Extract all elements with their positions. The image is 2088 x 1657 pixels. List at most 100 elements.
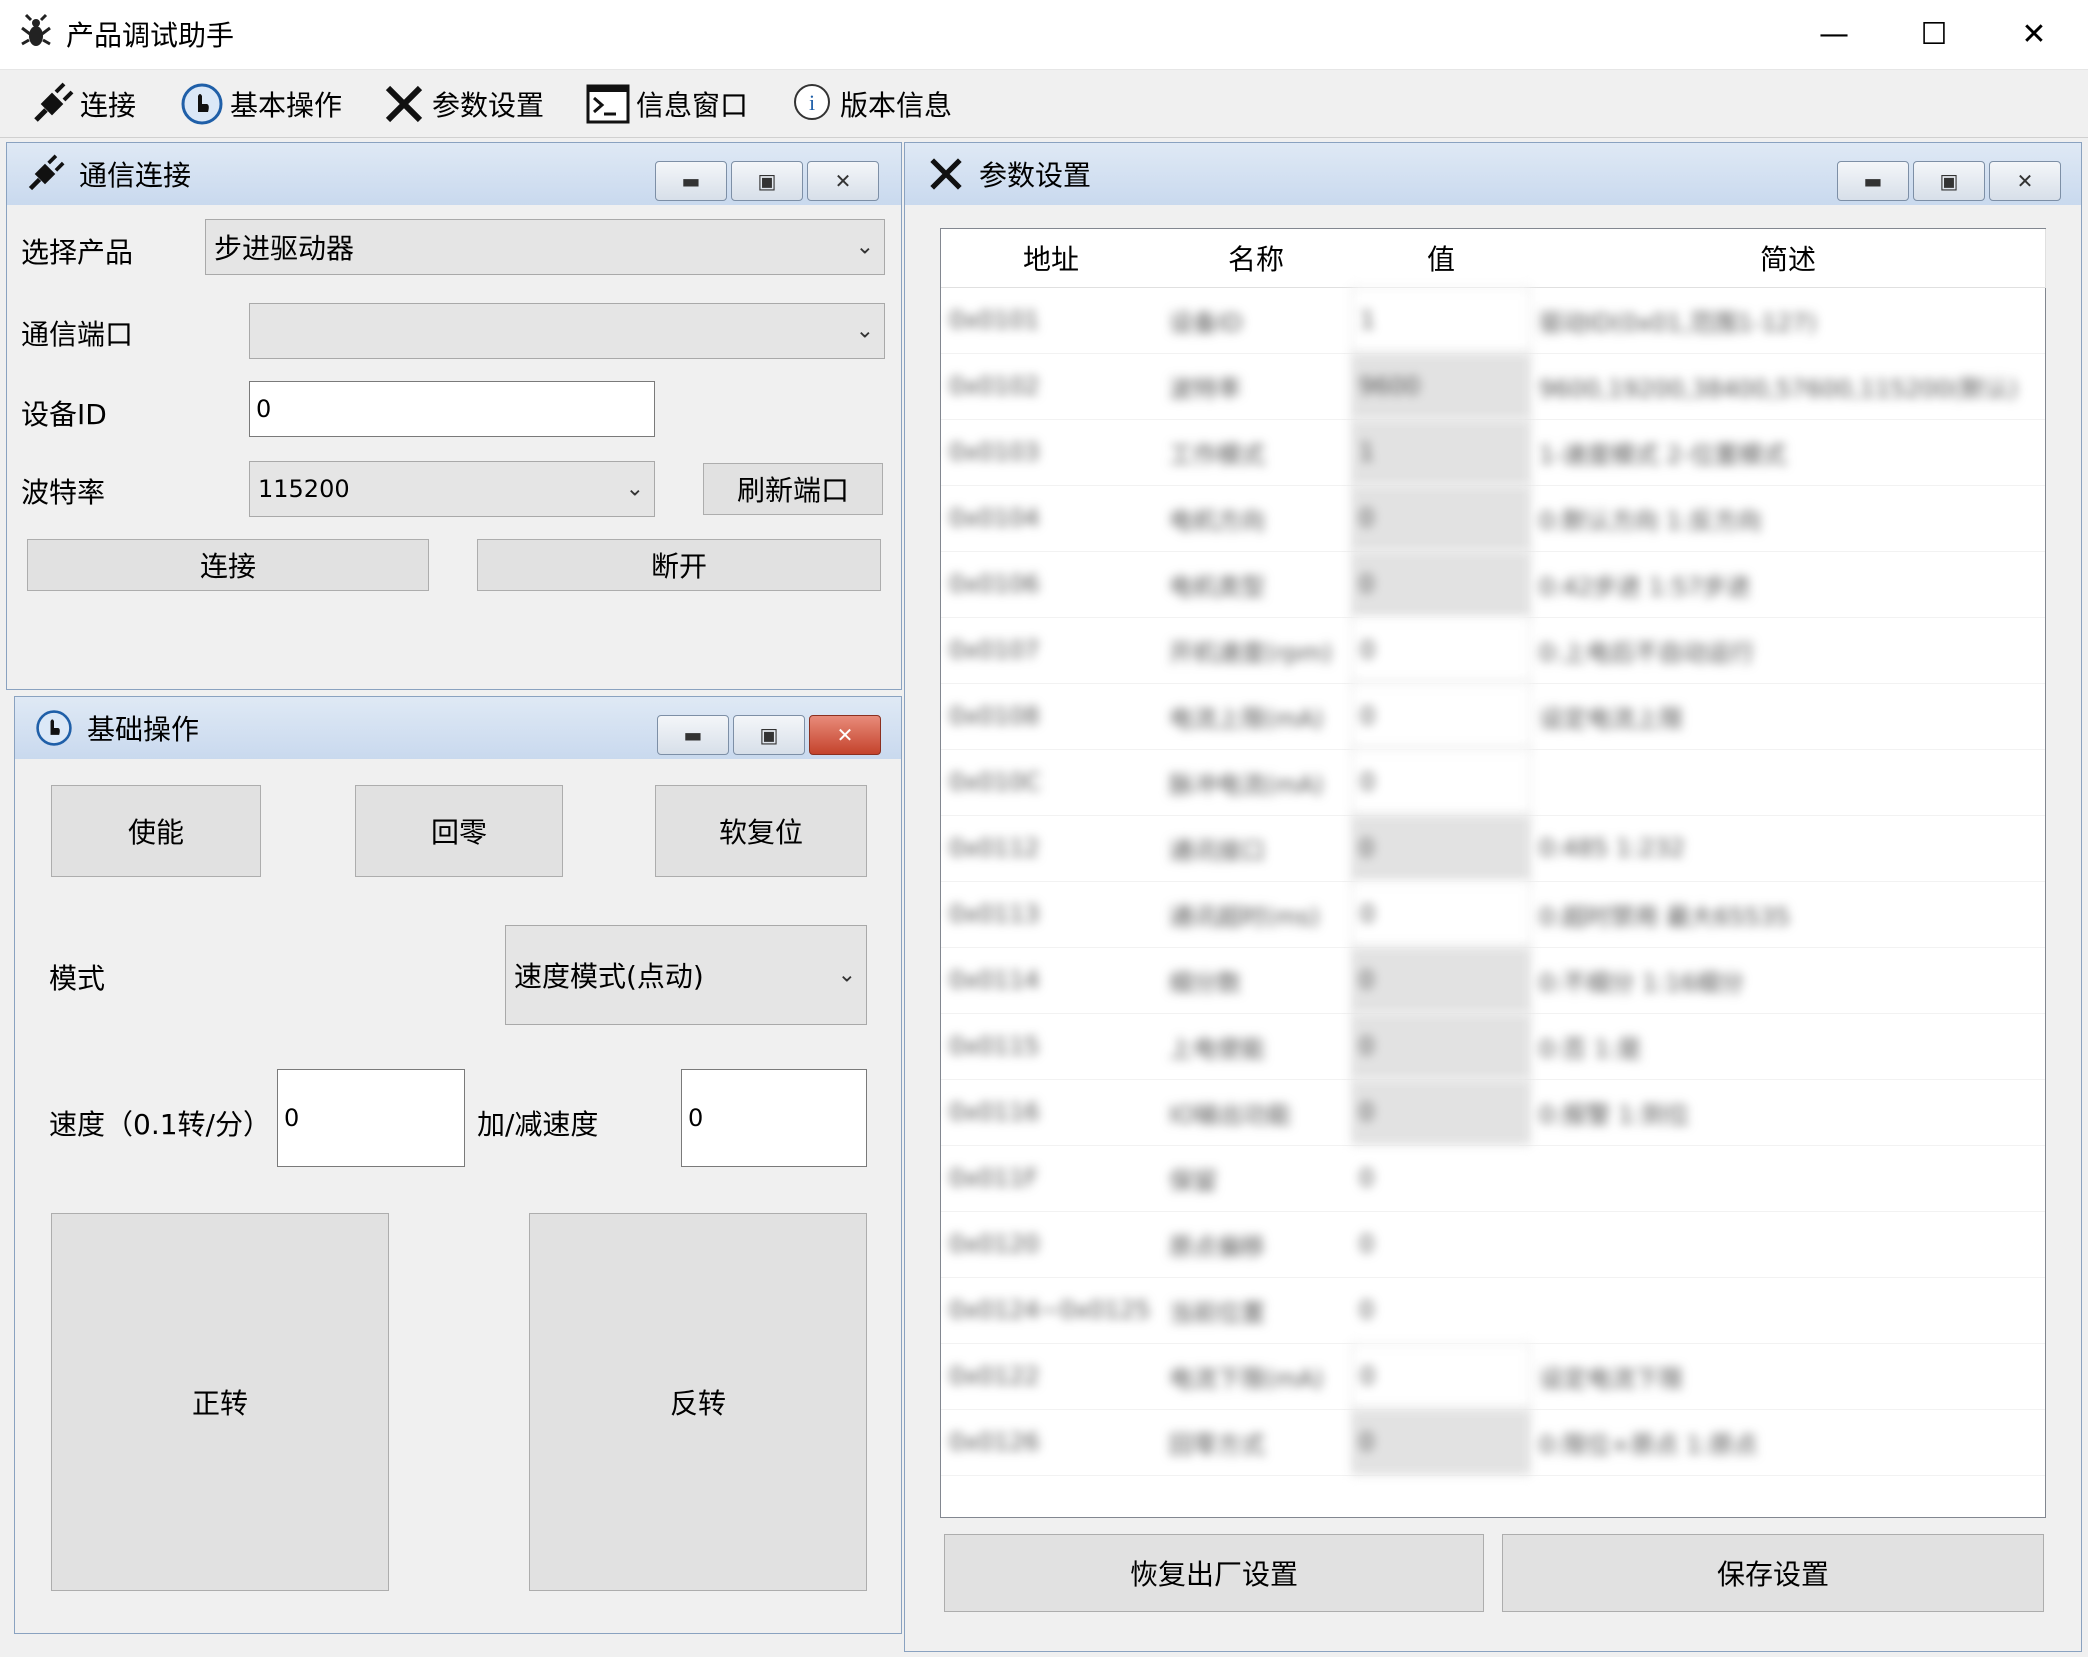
soft-reset-button[interactable]: 软复位 xyxy=(655,785,867,877)
table-row[interactable]: 0x011F 保留 0 xyxy=(941,1145,2045,1212)
table-row[interactable]: 0x0107 开机速度(rpm) 0 0:上电后不自动运行 xyxy=(941,617,2045,684)
toolbar-label: 版本信息 xyxy=(840,89,953,122)
table-cell-value[interactable]: 0 xyxy=(1351,749,1531,815)
table-row[interactable]: 0x0116 IO输出功能 0 0:报警 1:到位 xyxy=(941,1079,2045,1146)
table-row[interactable]: 0x0104 电机方向 0 0:默认方向 1:反方向 xyxy=(941,485,2045,552)
panel-minimize-button[interactable]: ▬ xyxy=(657,715,729,755)
panel-restore-button[interactable]: ▣ xyxy=(1913,161,1985,201)
table-row[interactable]: 0x0122 电流下限(mA) 0 设定电流下限 xyxy=(941,1343,2045,1410)
device-id-input[interactable]: 0 xyxy=(249,381,655,437)
table-cell-addr: 0x0120 xyxy=(949,1230,1040,1258)
table-row[interactable]: 0x0114 细分数 0 0:不细分 1:16细分 xyxy=(941,947,2045,1014)
panel-close-button[interactable]: ✕ xyxy=(1989,161,2061,201)
reverse-button[interactable]: 反转 xyxy=(529,1213,867,1591)
table-cell-addr: 0x0107 xyxy=(949,636,1040,664)
accel-input[interactable]: 0 xyxy=(681,1069,867,1167)
panel-restore-button[interactable]: ▣ xyxy=(731,161,803,201)
panel-minimize-button[interactable]: ▬ xyxy=(655,161,727,201)
panel-restore-button[interactable]: ▣ xyxy=(733,715,805,755)
table-row[interactable]: 0x0112 通讯接口 0 0:485 1:232 xyxy=(941,815,2045,882)
refresh-port-button[interactable]: 刷新端口 xyxy=(703,463,883,515)
product-value: 步进驱动器 xyxy=(214,232,355,265)
table-cell-value[interactable]: 0 xyxy=(1351,1409,1531,1475)
panel-minimize-button[interactable]: ▬ xyxy=(1837,161,1909,201)
table-cell-value[interactable]: 0 xyxy=(1351,617,1531,683)
table-row[interactable]: 0x0106 电机类型 0 0:42步进 1:57步进 xyxy=(941,551,2045,618)
toolbar-basic[interactable]: 基本操作 xyxy=(180,78,342,130)
table-cell-value[interactable]: 0 xyxy=(1351,1277,1531,1343)
table-cell-name: 开机速度(rpm) xyxy=(1169,638,1333,667)
column-header-name[interactable]: 名称 xyxy=(1161,229,1352,288)
toolbar-params[interactable]: 参数设置 xyxy=(382,78,544,130)
forward-button[interactable]: 正转 xyxy=(51,1213,389,1591)
table-cell-desc: 0:默认方向 1:反方向 xyxy=(1539,506,1762,535)
table-cell-value[interactable]: 0 xyxy=(1351,1145,1531,1211)
table-cell-value[interactable]: 0 xyxy=(1351,1211,1531,1277)
table-cell-name: 回零方式 xyxy=(1169,1430,1265,1459)
toolbar-connect[interactable]: 连接 xyxy=(30,78,136,130)
enable-button[interactable]: 使能 xyxy=(51,785,261,877)
table-row[interactable]: 0x0108 电流上限(mA) 0 设定电流上限 xyxy=(941,683,2045,750)
table-cell-value[interactable]: 0 xyxy=(1351,1343,1531,1409)
table-row[interactable]: 0x0101 设备ID 1 驱动ID(0x01,范围1-127) xyxy=(941,287,2045,354)
table-cell-desc: 0:上电后不自动运行 xyxy=(1539,638,1755,667)
disconnect-button[interactable]: 断开 xyxy=(477,539,881,591)
table-cell-value[interactable]: 9600 xyxy=(1351,353,1531,419)
hand-icon xyxy=(181,83,223,125)
table-cell-value[interactable]: 0 xyxy=(1351,551,1531,617)
minimize-button[interactable]: — xyxy=(1784,0,1884,68)
table-row[interactable]: 0x0115 上电使能 0 0:否 1:是 xyxy=(941,1013,2045,1080)
close-button[interactable]: ✕ xyxy=(1984,0,2084,68)
table-row[interactable]: 0x0126 回零方式 0 0:限位+原点 1:原点 xyxy=(941,1409,2045,1476)
table-cell-addr: 0x0106 xyxy=(949,570,1040,598)
table-row[interactable]: 0x010C 脉冲电流(mA) 0 xyxy=(941,749,2045,816)
column-header-address[interactable]: 地址 xyxy=(941,229,1162,288)
params-panel-title: 参数设置 xyxy=(979,159,1092,192)
table-row[interactable]: 0x0124~0x0125 当前位置 0 xyxy=(941,1277,2045,1344)
toolbar-info-window[interactable]: 信息窗口 xyxy=(586,78,748,130)
product-select[interactable]: 步进驱动器 ⌄ xyxy=(205,219,885,275)
panel-close-button[interactable]: ✕ xyxy=(809,715,881,755)
port-select[interactable]: ⌄ xyxy=(249,303,885,359)
table-cell-addr: 0x0116 xyxy=(949,1098,1040,1126)
table-cell-desc xyxy=(1531,749,2045,815)
baud-select[interactable]: 115200 ⌄ xyxy=(249,461,655,517)
restore-factory-button[interactable]: 恢复出厂设置 xyxy=(944,1534,1484,1612)
connect-button[interactable]: 连接 xyxy=(27,539,429,591)
toolbar-label: 连接 xyxy=(80,89,137,122)
app-bug-icon xyxy=(21,13,51,46)
table-row[interactable]: 0x0102 波特率 9600 9600,19200,38400,57600,1152… xyxy=(941,353,2045,420)
table-cell-value[interactable]: 0 xyxy=(1351,947,1531,1013)
maximize-button[interactable]: ☐ xyxy=(1884,0,1984,68)
table-cell-desc: 驱动ID(0x01,范围1-127) xyxy=(1539,308,1817,337)
table-cell-value[interactable]: 0 xyxy=(1351,485,1531,551)
table-cell-desc xyxy=(1531,1145,2045,1211)
table-cell-value[interactable]: 1 xyxy=(1351,287,1531,353)
table-cell-value[interactable]: 0 xyxy=(1351,1079,1531,1145)
table-row[interactable]: 0x0120 原点偏移 0 xyxy=(941,1211,2045,1278)
save-settings-button[interactable]: 保存设置 xyxy=(1502,1534,2044,1612)
table-cell-desc xyxy=(1531,1277,2045,1343)
table-cell-value[interactable]: 0 xyxy=(1351,881,1531,947)
table-cell-addr: 0x0104 xyxy=(949,504,1040,532)
params-table[interactable]: 地址 名称 值 简述 0x0101 设备ID 1 驱动ID(0x01,范围1-127)… xyxy=(940,228,2046,1518)
tools-icon xyxy=(930,158,962,190)
table-cell-value[interactable]: 1 xyxy=(1351,419,1531,485)
home-button[interactable]: 回零 xyxy=(355,785,563,877)
toolbar-version[interactable]: i 版本信息 xyxy=(790,78,952,130)
table-cell-name: 保留 xyxy=(1169,1166,1217,1195)
table-cell-desc xyxy=(1531,1211,2045,1277)
table-row[interactable]: 0x0113 通讯超时(ms) 0 0:超时禁用 最大65535 xyxy=(941,881,2045,948)
table-cell-addr: 0x010C xyxy=(949,768,1042,796)
speed-input[interactable]: 0 xyxy=(277,1069,465,1167)
column-header-value[interactable]: 值 xyxy=(1351,229,1532,288)
table-row[interactable]: 0x0103 工作模式 1 1-速度模式 2-位置模式 xyxy=(941,419,2045,486)
table-cell-value[interactable]: 0 xyxy=(1351,815,1531,881)
panel-close-button[interactable]: ✕ xyxy=(807,161,879,201)
table-cell-addr: 0x0112 xyxy=(949,834,1040,862)
column-header-description[interactable]: 简述 xyxy=(1531,229,2046,288)
table-cell-value[interactable]: 0 xyxy=(1351,1013,1531,1079)
table-cell-value[interactable]: 0 xyxy=(1351,683,1531,749)
table-cell-name: 上电使能 xyxy=(1169,1034,1265,1063)
mode-select[interactable]: 速度模式(点动) ⌄ xyxy=(505,925,867,1025)
